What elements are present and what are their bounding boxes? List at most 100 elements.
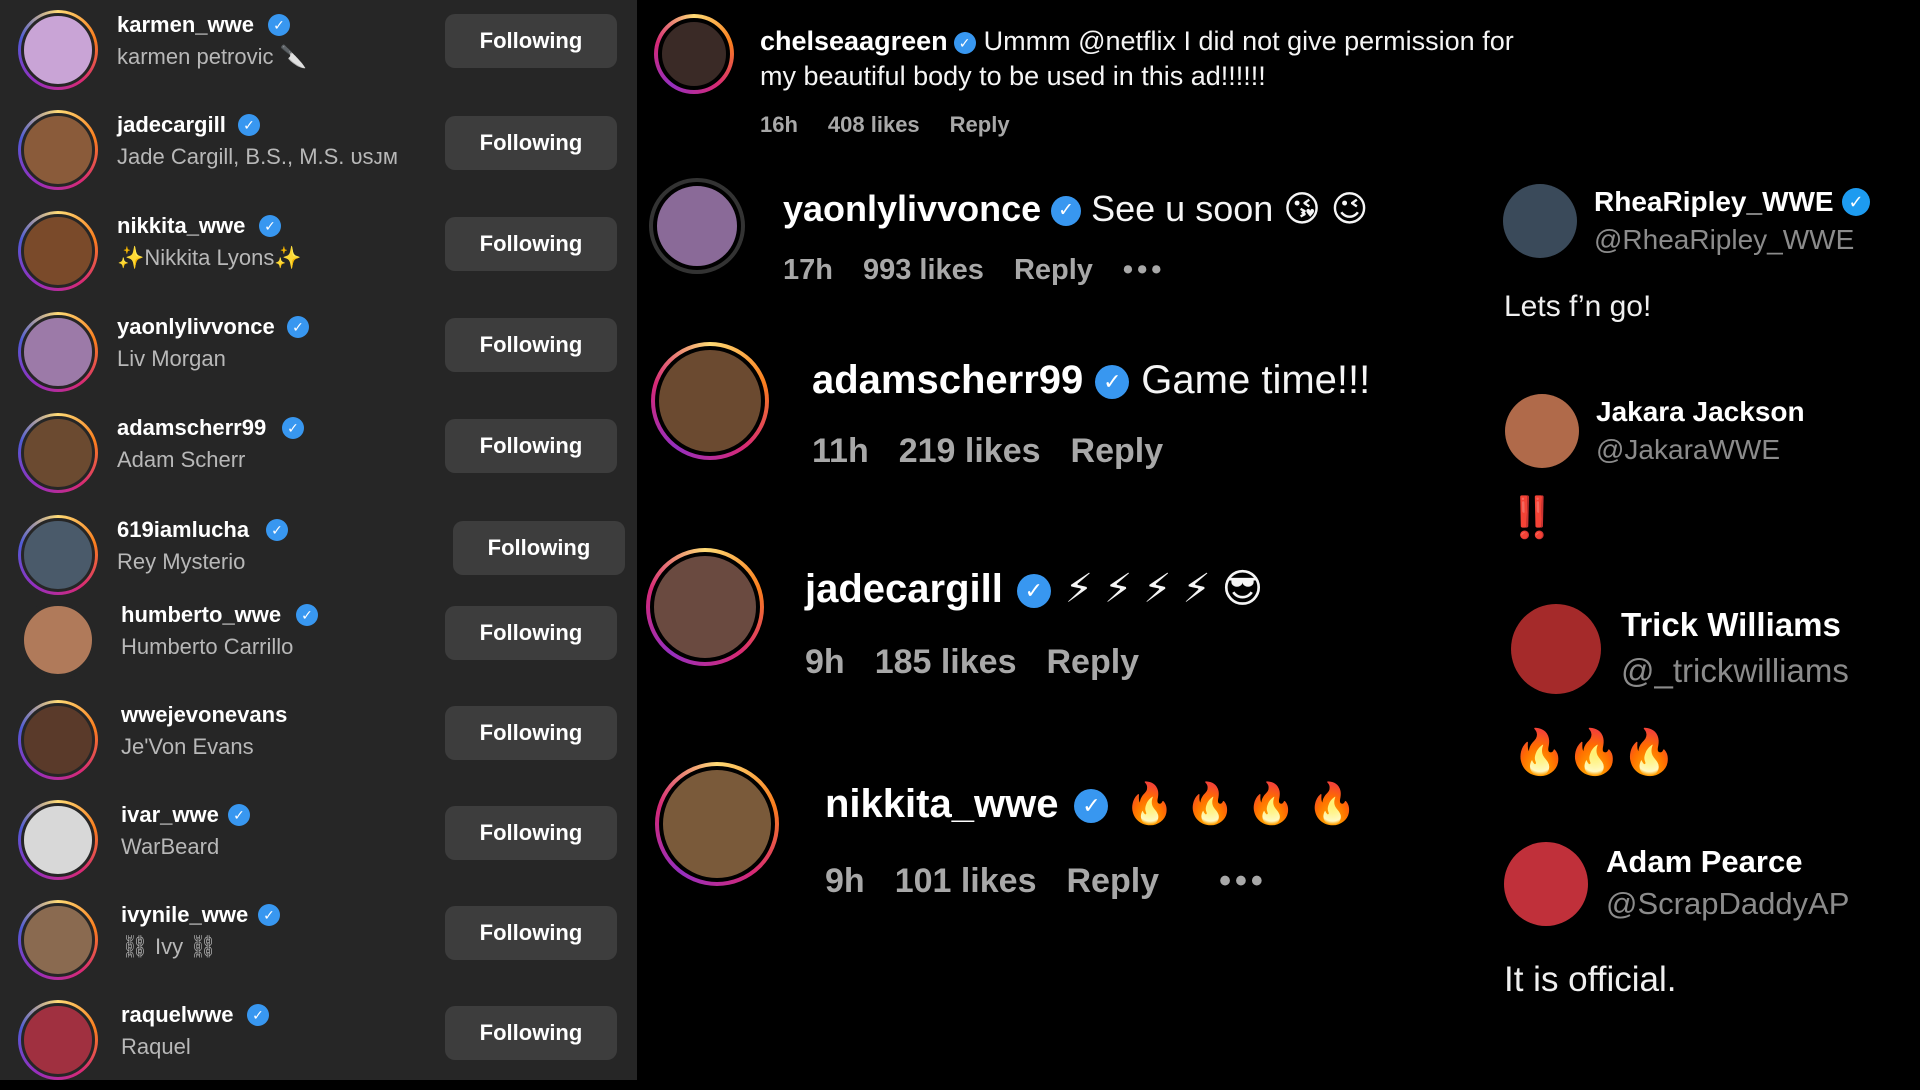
following-item-ivar[interactable]: ivar_wwe ✓ WarBeard Following — [0, 790, 637, 890]
following-item-karmen[interactable]: karmen_wwe ✓ karmen petrovic 🔪 Following — [0, 0, 637, 100]
comment-text: See u soon 😘 😉 — [1091, 188, 1369, 229]
display-name: ✨Nikkita Lyons✨ — [117, 245, 302, 270]
avatar[interactable] — [18, 800, 98, 880]
tweet-author-name[interactable]: Jakara Jackson — [1596, 396, 1805, 428]
following-button[interactable]: Following — [445, 318, 617, 372]
comment-likes[interactable]: 185 likes — [875, 643, 1017, 681]
following-item-humberto[interactable]: humberto_wwe ✓ Humberto Carrillo Followi… — [0, 590, 637, 690]
comment-meta: 16h 408 likes Reply — [760, 112, 1040, 138]
username[interactable]: nikkita_wwe — [117, 213, 245, 239]
avatar[interactable] — [18, 10, 98, 90]
verified-icon: ✓ — [259, 215, 281, 237]
following-button[interactable]: Following — [445, 606, 617, 660]
avatar[interactable] — [18, 312, 98, 392]
avatar[interactable] — [1504, 842, 1588, 926]
display-name: Humberto Carrillo — [121, 634, 294, 659]
reply-button[interactable]: Reply — [1071, 432, 1164, 470]
username: wwejevonevans — [121, 702, 288, 727]
avatar[interactable] — [651, 342, 769, 460]
following-button[interactable]: Following — [453, 521, 625, 575]
comment-likes[interactable]: 219 likes — [899, 432, 1041, 470]
username[interactable]: ivynile_wwe — [121, 902, 248, 928]
avatar[interactable] — [18, 700, 98, 780]
comment-likes[interactable]: 101 likes — [895, 862, 1037, 900]
following-button[interactable]: Following — [445, 419, 617, 473]
comment-likes[interactable]: 993 likes — [863, 254, 984, 286]
verified-icon: ✓ — [1095, 365, 1130, 400]
comment-likes[interactable]: 408 likes — [828, 112, 920, 137]
tweets-section: RheaRipley_WWE ✓ @RheaRipley_WWE Lets f’… — [1487, 0, 1920, 1080]
comment-username[interactable]: adamscherr99 — [812, 358, 1083, 402]
username[interactable]: humberto_wwe — [121, 602, 281, 628]
avatar[interactable] — [649, 178, 745, 274]
verified-icon: ✓ — [238, 114, 260, 136]
tweet-author-name[interactable]: Trick Williams — [1621, 606, 1841, 644]
reply-button[interactable]: Reply — [1046, 643, 1139, 681]
avatar[interactable] — [18, 211, 98, 291]
avatar[interactable] — [18, 413, 98, 493]
tweet-handle[interactable]: @ScrapDaddyAP — [1606, 886, 1849, 922]
following-button[interactable]: Following — [445, 906, 617, 960]
username[interactable]: 619iamlucha — [117, 517, 249, 543]
display-name: Raquel — [121, 1034, 191, 1059]
display-name: karmen petrovic 🔪 — [117, 44, 308, 69]
more-options-icon[interactable]: ••• — [1219, 862, 1267, 900]
tweet-author-name[interactable]: Adam Pearce — [1606, 844, 1802, 880]
tweet-handle[interactable]: @RheaRipley_WWE — [1594, 224, 1854, 256]
verified-icon: ✓ — [247, 1004, 269, 1026]
following-item-nikkita[interactable]: nikkita_wwe ✓ ✨Nikkita Lyons✨ Following — [0, 201, 637, 301]
verified-icon: ✓ — [1074, 789, 1109, 824]
following-item-livmorgan[interactable]: yaonlylivvonce ✓ Liv Morgan Following — [0, 302, 637, 402]
verified-icon: ✓ — [258, 904, 280, 926]
avatar[interactable] — [654, 14, 734, 94]
more-options-icon[interactable]: ••• — [1123, 254, 1165, 286]
following-item-raquel[interactable]: raquelwwe ✓ Raquel Following — [0, 990, 637, 1090]
avatar[interactable] — [1503, 184, 1577, 258]
display-name: Jade Cargill, B.S., M.S. ᴜsᴊᴍ — [117, 144, 398, 169]
username[interactable]: raquelwwe — [121, 1002, 233, 1028]
comment-time: 9h — [805, 643, 845, 681]
tweet-handle[interactable]: @_trickwilliams — [1621, 652, 1849, 690]
comment-time: 16h — [760, 112, 798, 137]
avatar[interactable] — [646, 548, 764, 666]
display-name: Adam Scherr — [117, 447, 246, 472]
username[interactable]: ivar_wwe — [121, 802, 219, 828]
reply-button[interactable]: Reply — [1066, 862, 1159, 900]
following-button[interactable]: Following — [445, 14, 617, 68]
avatar[interactable] — [18, 900, 98, 980]
verified-icon: ✓ — [228, 804, 250, 826]
following-button[interactable]: Following — [445, 806, 617, 860]
comment-username[interactable]: jadecargill — [805, 567, 1003, 611]
following-button[interactable]: Following — [445, 217, 617, 271]
comment-username[interactable]: yaonlylivvonce — [783, 188, 1041, 229]
verified-icon: ✓ — [1051, 196, 1082, 227]
avatar[interactable] — [1505, 394, 1579, 468]
following-item-jevonevans[interactable]: wwejevonevans Je'Von Evans Following — [0, 690, 637, 790]
following-item-adamscherr[interactable]: adamscherr99 ✓ Adam Scherr Following — [0, 403, 637, 503]
avatar[interactable] — [18, 600, 98, 680]
username[interactable]: karmen_wwe — [117, 12, 254, 38]
comment-username[interactable]: nikkita_wwe — [825, 782, 1058, 826]
following-item-ivynile[interactable]: ivynile_wwe ✓ ⛓ Ivy ⛓ Following — [0, 890, 637, 990]
username[interactable]: yaonlylivvonce — [117, 314, 275, 340]
following-button[interactable]: Following — [445, 706, 617, 760]
avatar[interactable] — [655, 762, 779, 886]
avatar[interactable] — [18, 1000, 98, 1080]
comment-username[interactable]: chelseaagreen — [760, 26, 948, 56]
verified-icon: ✓ — [287, 316, 309, 338]
comment-text: ⚡ ⚡ ⚡ ⚡ 😎 — [1064, 567, 1264, 611]
tweet-handle[interactable]: @JakaraWWE — [1596, 434, 1780, 466]
avatar[interactable] — [18, 515, 98, 595]
username[interactable]: adamscherr99 — [117, 415, 266, 441]
username[interactable]: jadecargill — [117, 112, 226, 138]
reply-button[interactable]: Reply — [1014, 254, 1093, 286]
avatar[interactable] — [1511, 604, 1601, 694]
verified-icon: ✓ — [296, 604, 318, 626]
tweet-author-name[interactable]: RheaRipley_WWE — [1594, 186, 1834, 218]
following-button[interactable]: Following — [445, 116, 617, 170]
avatar[interactable] — [18, 110, 98, 190]
comment-meta: 9h 185 likes Reply — [805, 643, 1169, 682]
reply-button[interactable]: Reply — [950, 112, 1010, 137]
following-item-jadecargill[interactable]: jadecargill ✓ Jade Cargill, B.S., M.S. ᴜ… — [0, 100, 637, 200]
following-button[interactable]: Following — [445, 1006, 617, 1060]
